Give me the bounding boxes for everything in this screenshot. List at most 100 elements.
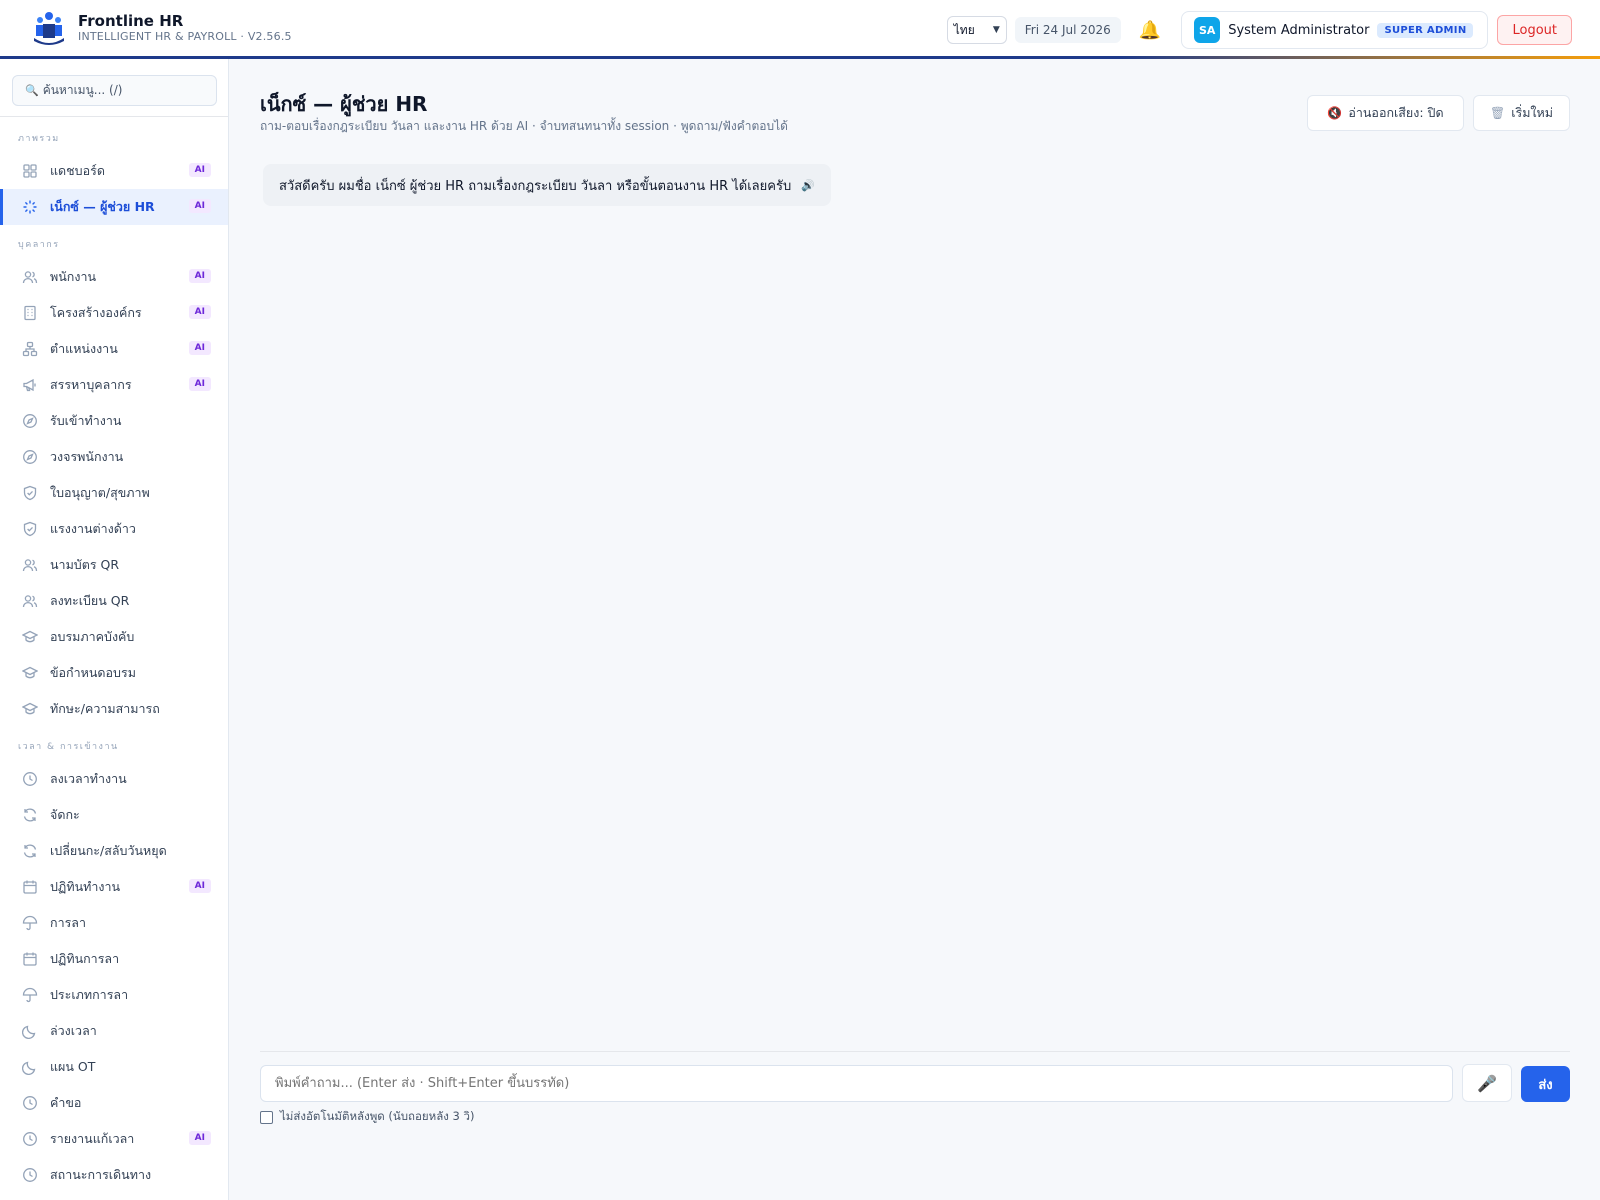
send-button[interactable]: ส่ง (1521, 1066, 1570, 1102)
sidebar-item[interactable]: ลงทะเบียน QR (0, 583, 228, 619)
sidebar-item-label: จัดกะ (50, 807, 80, 822)
auto-send-checkbox[interactable] (260, 1110, 273, 1124)
sidebar-section-title: ภาพรวม (18, 134, 60, 144)
sidebar-item[interactable]: ลงเวลาทำงาน (0, 761, 228, 797)
page-subtitle: ถาม-ตอบเรื่องกฎระเบียบ วันลา และงาน HR ด… (260, 119, 788, 133)
read-aloud-label: อ่านออกเสียง: ปิด (1348, 105, 1444, 120)
sidebar-item[interactable]: อบรมภาคบังคับ (0, 619, 228, 655)
sidebar-item[interactable]: ประเภทการลา (0, 977, 228, 1013)
auto-send-option[interactable]: ไม่ส่งอัตโนมัติหลังพูด (นับถอยหลัง 3 วิ) (260, 1108, 474, 1126)
ai-badge: AI (188, 163, 211, 177)
sidebar-item-label: รายงานแก้เวลา (50, 1131, 135, 1146)
sidebar-section-title: บุคลากร (18, 240, 60, 250)
sidebar-item[interactable]: โครงสร้างองค์กร AI (0, 295, 228, 331)
sidebar-item-label: สถานะการเดินทาง (50, 1167, 152, 1182)
sidebar-item[interactable]: เน็กซ์ — ผู้ช่วย HR AI (0, 189, 228, 225)
shield-icon (22, 521, 38, 537)
moon-icon (22, 1059, 38, 1075)
ai-badge: AI (188, 269, 211, 283)
compass-icon (22, 449, 38, 465)
sidebar-item[interactable]: ตำแหน่งงาน AI (0, 331, 228, 367)
megaphone-icon (22, 377, 38, 393)
sidebar-item[interactable]: แดชบอร์ด AI (0, 153, 228, 189)
ai-badge: AI (188, 377, 211, 391)
sidebar-item-label: แรงงานต่างด้าว (50, 521, 136, 536)
bell-icon[interactable]: 🔔 (1139, 20, 1161, 41)
chat-divider (260, 1051, 1570, 1052)
sidebar-divider (0, 116, 228, 117)
sidebar-item[interactable]: ทักษะ/ความสามารถ (0, 691, 228, 727)
search-icon: 🔍 (25, 84, 39, 97)
sidebar-item-label: โครงสร้างองค์กร (50, 305, 142, 320)
sidebar-item[interactable]: สถานะการเดินทาง (0, 1157, 228, 1193)
sidebar-item[interactable]: นามบัตร QR (0, 547, 228, 583)
sidebar-item[interactable]: เปลี่ยนกะ/สลับวันหยุด (0, 833, 228, 869)
sidebar-item-label: สรรหาบุคลากร (50, 377, 132, 392)
sidebar-item[interactable]: สรรหาบุคลากร AI (0, 367, 228, 403)
sidebar-item-label: ปฏิทินการลา (50, 951, 120, 966)
sidebar-item[interactable]: แรงงานต่างด้าว (0, 511, 228, 547)
brand[interactable]: Frontline HR INTELLIGENT HR & PAYROLL · … (32, 10, 292, 46)
speaker-muted-icon: 🔇 (1327, 106, 1343, 120)
ai-badge: AI (188, 1131, 211, 1145)
sidebar-item[interactable]: วงจรพนักงาน (0, 439, 228, 475)
building-icon (22, 305, 38, 321)
sidebar-item[interactable]: คำขอ (0, 1085, 228, 1121)
user-menu[interactable]: SA System Administrator SUPER ADMIN (1181, 11, 1489, 49)
shield-icon (22, 485, 38, 501)
graduation-cap-icon (22, 629, 38, 645)
speaker-icon[interactable]: 🔊 (801, 179, 815, 192)
new-chat-button[interactable]: 🗑 เริ่มใหม่ (1473, 95, 1570, 131)
sparkle-icon (22, 199, 38, 215)
users-icon (22, 557, 38, 573)
graduation-cap-icon (22, 665, 38, 681)
header-accent-line (0, 56, 1600, 59)
microphone-icon: 🎤 (1477, 1073, 1497, 1093)
sidebar-item-label: รับเข้าทำงาน (50, 413, 122, 428)
language-select[interactable]: ไทย ▼ (946, 16, 1007, 44)
sidebar-item[interactable]: แผน OT (0, 1049, 228, 1085)
read-aloud-toggle-button[interactable]: 🔇 อ่านออกเสียง: ปิด (1307, 95, 1464, 131)
menu-search-placeholder: ค้นหาเมนู... (/) (42, 83, 123, 97)
chat-input[interactable] (260, 1065, 1453, 1102)
sidebar-item-label: ใบอนุญาต/สุขภาพ (50, 485, 150, 500)
logo-icon (34, 12, 64, 45)
chevron-down-icon: ▼ (992, 25, 1000, 35)
language-value: ไทย (953, 22, 975, 37)
sidebar-item-label: เน็กซ์ — ผู้ช่วย HR (50, 199, 155, 214)
menu-search-input[interactable]: 🔍 ค้นหาเมนู... (/) (12, 75, 217, 106)
umbrella-icon (22, 987, 38, 1003)
app-version: INTELLIGENT HR & PAYROLL · V2.56.5 (78, 30, 292, 43)
sidebar-item-label: ล่วงเวลา (50, 1023, 97, 1038)
calendar-icon (22, 951, 38, 967)
sidebar-item-label: ตำแหน่งงาน (50, 341, 118, 356)
sidebar-item-label: ปฏิทินทำงาน (50, 879, 121, 894)
graduation-cap-icon (22, 701, 38, 717)
page-title: เน็กซ์ — ผู้ช่วย HR (260, 92, 428, 116)
sidebar-item[interactable]: รับเข้าทำงาน (0, 403, 228, 439)
top-bar: Frontline HR INTELLIGENT HR & PAYROLL · … (0, 0, 1600, 56)
refresh-icon (22, 843, 38, 859)
microphone-button[interactable]: 🎤 (1462, 1064, 1512, 1102)
sidebar-item-label: ข้อกำหนดอบรม (50, 665, 136, 680)
logout-button[interactable]: Logout (1497, 15, 1572, 45)
sidebar-item[interactable]: การลา (0, 905, 228, 941)
sidebar-item[interactable]: ปฏิทินทำงาน AI (0, 869, 228, 905)
sidebar-item-label: ลงเวลาทำงาน (50, 771, 127, 786)
sidebar-item[interactable]: ล่วงเวลา (0, 1013, 228, 1049)
sidebar-item[interactable]: พนักงาน AI (0, 259, 228, 295)
sidebar-item-label: แผน OT (50, 1059, 96, 1074)
sidebar-item[interactable]: ปฏิทินการลา (0, 941, 228, 977)
sidebar-item[interactable]: จัดกะ (0, 797, 228, 833)
ai-badge: AI (188, 305, 211, 319)
calendar-icon (22, 879, 38, 895)
sidebar: 🔍 ค้นหาเมนู... (/) ภาพรวม แดชบอร์ด AI เน็กซ… (0, 59, 229, 1200)
sidebar-item[interactable]: รายงานแก้เวลา AI (0, 1121, 228, 1157)
sidebar-item[interactable]: ข้อกำหนดอบรม (0, 655, 228, 691)
moon-icon (22, 1023, 38, 1039)
grid-icon (22, 163, 38, 179)
date-display: Fri 24 Jul 2026 (1014, 17, 1121, 43)
sidebar-item[interactable]: ใบอนุญาต/สุขภาพ (0, 475, 228, 511)
